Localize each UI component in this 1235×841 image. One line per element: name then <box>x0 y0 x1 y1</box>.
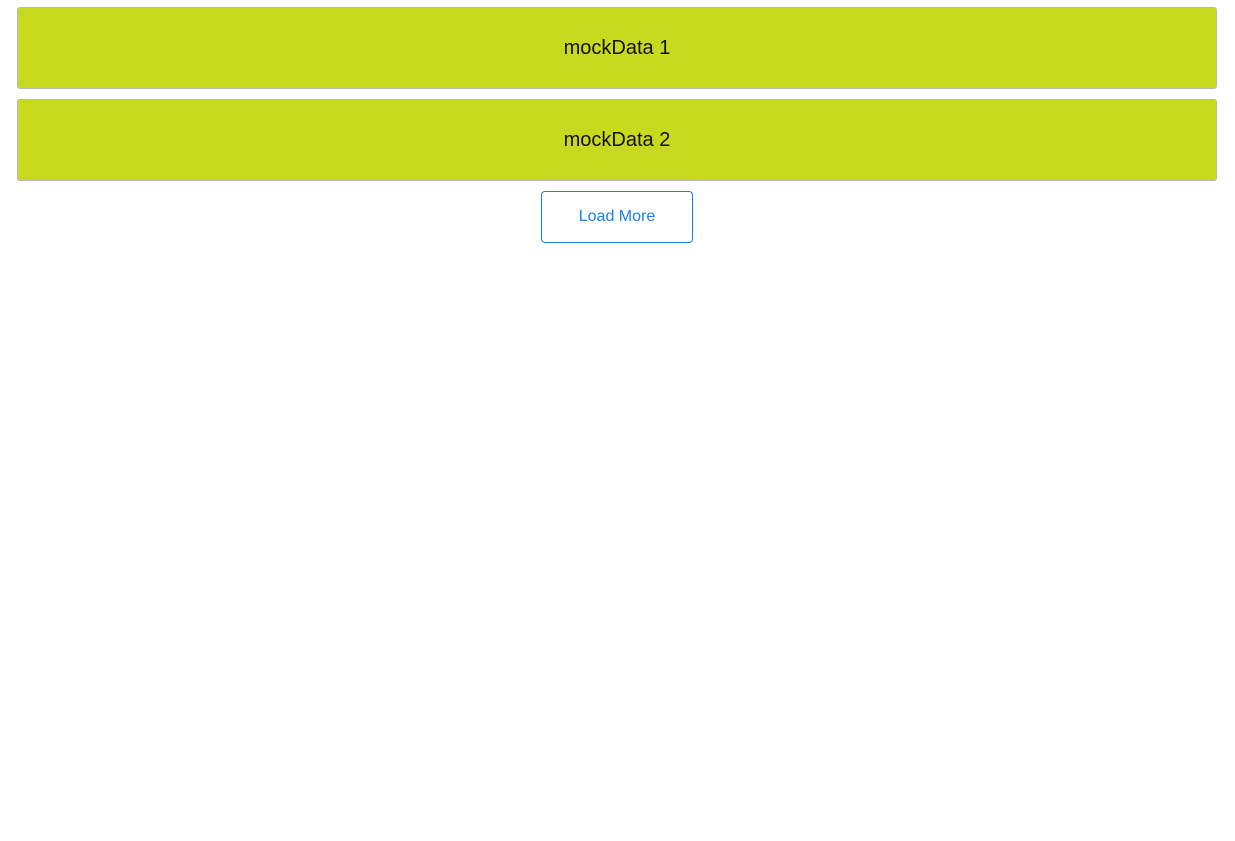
list-item-label: mockData 1 <box>563 36 671 59</box>
load-more-label: Load More <box>578 208 656 225</box>
load-more-button[interactable]: Load More <box>541 191 693 243</box>
list-item-label: mockData 2 <box>563 128 671 151</box>
list-item: mockData 1 <box>17 7 1217 89</box>
list-item: mockData 2 <box>17 99 1217 181</box>
mock-data-list: mockData 1 mockData 2 <box>17 7 1217 191</box>
